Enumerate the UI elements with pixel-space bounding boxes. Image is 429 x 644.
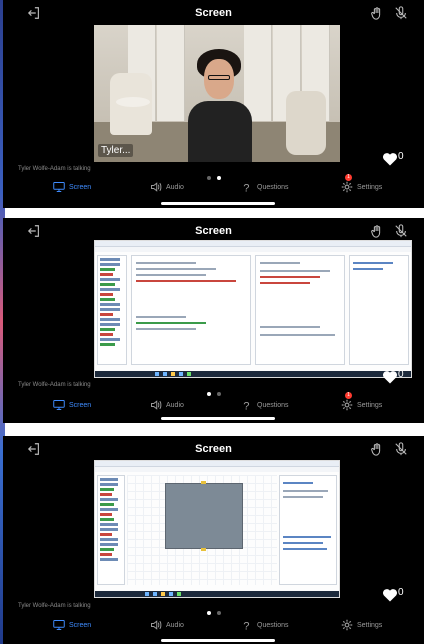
question-icon: ?	[243, 401, 249, 412]
tab-settings-label: Settings	[357, 401, 383, 409]
top-bar: Screen	[3, 0, 424, 26]
audio-icon	[151, 400, 162, 410]
tab-settings[interactable]: Settings	[341, 396, 382, 414]
svg-text:?: ?	[243, 183, 249, 194]
meeting-panel-screenshare-canvas: Screen 0 Tyler Wolfe-Adam is talking Scr…	[3, 436, 424, 644]
screen-title: Screen	[195, 7, 232, 19]
meeting-panel-screenshare-editor: Screen 0 Tyler Wolfe-Adam is talking Scr…	[3, 218, 424, 423]
svg-text:?: ?	[243, 621, 249, 632]
screen-title: Screen	[195, 225, 232, 237]
tab-settings[interactable]: Settings	[341, 178, 382, 196]
gear-icon	[341, 181, 353, 193]
talking-status: Tyler Wolfe-Adam is talking	[18, 166, 91, 172]
properties-pane	[279, 475, 337, 585]
meeting-panel-camera: Screen Tyler... 0 Tyler Wolfe-Adam is ta…	[3, 0, 424, 208]
tab-questions-label: Questions	[257, 401, 289, 409]
raise-hand-icon[interactable]	[370, 6, 384, 20]
like-button[interactable]: 0	[382, 586, 404, 602]
bottom-nav: Screen Audio ? Questions Settings	[3, 616, 424, 636]
raise-hand-icon[interactable]	[370, 442, 384, 456]
question-icon: ?	[243, 621, 249, 632]
raise-hand-icon[interactable]	[370, 224, 384, 238]
heart-icon	[382, 370, 398, 384]
like-count: 0	[398, 151, 404, 162]
heart-icon	[382, 152, 398, 166]
tab-audio-label: Audio	[166, 621, 184, 629]
project-tree	[97, 475, 125, 585]
tab-settings-label: Settings	[357, 621, 383, 629]
microphone-icon[interactable]	[394, 442, 408, 456]
like-count: 0	[398, 369, 404, 380]
gear-icon	[341, 619, 353, 631]
home-indicator[interactable]	[161, 639, 275, 642]
os-taskbar	[95, 591, 339, 597]
tab-screen[interactable]: Screen	[53, 616, 91, 634]
tab-questions-label: Questions	[257, 183, 289, 191]
top-bar: Screen	[3, 436, 424, 462]
microphone-icon[interactable]	[394, 224, 408, 238]
microphone-icon[interactable]	[394, 6, 408, 20]
presenter-video: Tyler...	[94, 25, 340, 162]
bottom-nav: Screen Audio ? Questions 1 Settings	[3, 392, 424, 416]
shared-screen	[94, 240, 412, 378]
like-button[interactable]: 0	[382, 368, 404, 384]
tab-audio-label: Audio	[166, 183, 184, 191]
bottom-nav: Screen Audio ? Questions 1 Settings	[3, 174, 424, 198]
screen-icon	[53, 182, 65, 192]
like-count: 0	[398, 587, 404, 598]
question-icon: ?	[243, 183, 249, 194]
presenter-name-tag: Tyler...	[98, 144, 134, 157]
os-taskbar	[95, 371, 411, 377]
tab-screen-label: Screen	[69, 401, 92, 409]
outline-pane	[349, 255, 409, 365]
home-indicator[interactable]	[161, 202, 275, 205]
properties-editor	[131, 255, 251, 365]
tab-audio[interactable]: Audio	[150, 178, 184, 196]
tab-screen-label: Screen	[69, 621, 92, 629]
audio-icon	[151, 182, 162, 192]
details-pane	[255, 255, 345, 365]
tab-questions[interactable]: ? Questions	[241, 178, 289, 196]
tab-screen[interactable]: Screen	[53, 396, 91, 414]
tab-settings-label: Settings	[357, 183, 383, 191]
shared-screen	[94, 460, 340, 598]
screen-title: Screen	[195, 443, 232, 455]
project-tree	[97, 255, 127, 365]
screen-icon	[53, 620, 65, 630]
tab-audio-label: Audio	[166, 401, 184, 409]
gear-icon	[341, 399, 353, 411]
talking-status: Tyler Wolfe-Adam is talking	[18, 382, 91, 388]
tab-screen[interactable]: Screen	[53, 178, 91, 196]
heart-icon	[382, 588, 398, 602]
like-button[interactable]: 0	[382, 150, 404, 166]
tab-questions[interactable]: ? Questions	[241, 616, 289, 634]
audio-icon	[151, 620, 162, 630]
tab-questions[interactable]: ? Questions	[241, 396, 289, 414]
screen-icon	[53, 400, 65, 410]
home-indicator[interactable]	[161, 417, 275, 420]
tab-audio[interactable]: Audio	[150, 396, 184, 414]
canvas-object	[165, 483, 243, 549]
tab-settings[interactable]: Settings	[341, 616, 382, 634]
tab-questions-label: Questions	[257, 621, 289, 629]
tab-audio[interactable]: Audio	[150, 616, 184, 634]
talking-status: Tyler Wolfe-Adam is talking	[18, 603, 91, 609]
svg-text:?: ?	[243, 401, 249, 412]
tab-screen-label: Screen	[69, 183, 92, 191]
